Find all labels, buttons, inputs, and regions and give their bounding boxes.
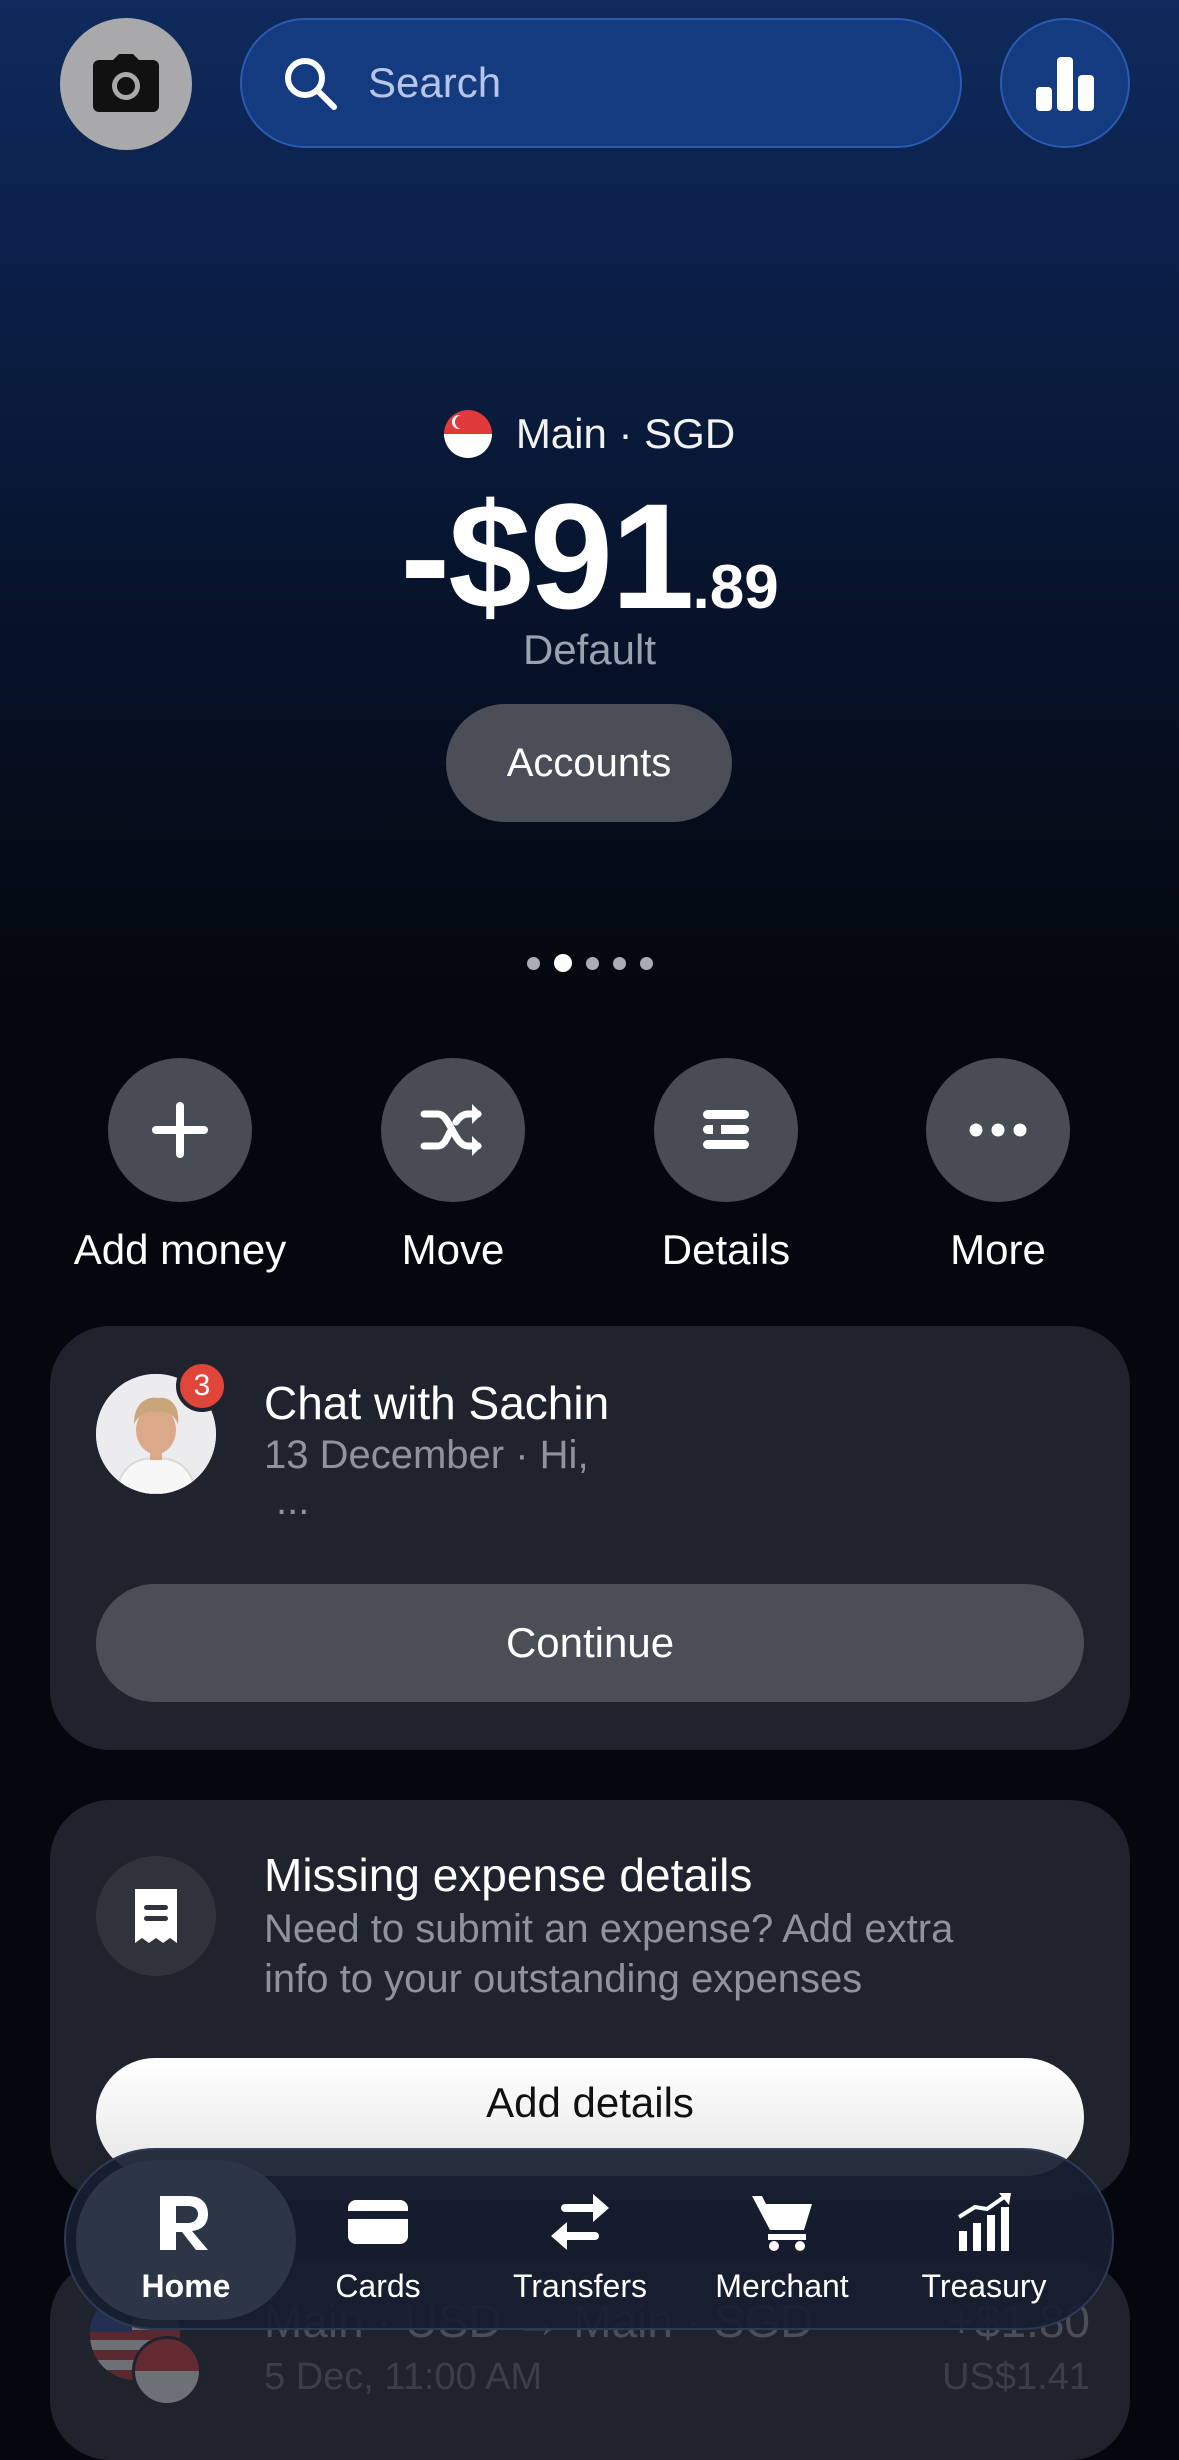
page-dot-active[interactable] bbox=[553, 954, 572, 972]
card-icon bbox=[348, 2200, 408, 2244]
unread-badge: 3 bbox=[176, 1360, 228, 1412]
page-dot[interactable] bbox=[639, 956, 653, 970]
more-label: More bbox=[950, 1226, 1046, 1273]
expense-description-1: Need to submit an expense? Add extra bbox=[264, 1907, 954, 1951]
transaction-amount-secondary: US$1.41 bbox=[942, 2356, 1090, 2398]
camera-button[interactable] bbox=[60, 18, 192, 150]
revolut-r-icon bbox=[160, 2196, 208, 2250]
default-tag: Default bbox=[522, 626, 657, 673]
cart-icon bbox=[752, 2196, 812, 2251]
add-money-button[interactable]: Add money bbox=[50, 1058, 310, 1274]
add-money-circle[interactable] bbox=[108, 1058, 252, 1202]
treasury-chart-icon bbox=[957, 2193, 1011, 2251]
chat-card[interactable]: 3 Chat with Sachin 13 December · Hi, ...… bbox=[50, 1326, 1130, 1750]
nav-transfers[interactable]: Transfers bbox=[480, 2160, 680, 2320]
nav-merchant-label: Merchant bbox=[715, 2268, 849, 2304]
singapore-flag-icon bbox=[443, 410, 492, 458]
balance-cents: .89 bbox=[692, 553, 779, 622]
continue-button[interactable]: Continue bbox=[96, 1584, 1084, 1702]
bar-chart-icon bbox=[1036, 57, 1094, 111]
nav-cards[interactable]: Cards bbox=[278, 2160, 478, 2320]
move-label: Move bbox=[401, 1226, 505, 1273]
search-icon bbox=[285, 58, 337, 110]
page-dot[interactable] bbox=[612, 956, 626, 970]
expense-title: Missing expense details bbox=[264, 1849, 753, 1901]
account-selector[interactable]: Main · SGD bbox=[0, 410, 1179, 458]
nav-treasury[interactable]: Treasury bbox=[884, 2160, 1084, 2320]
balance-main: -$91 bbox=[400, 472, 694, 640]
accounts-button[interactable]: Accounts bbox=[446, 704, 732, 822]
more-icon bbox=[969, 1123, 1027, 1137]
nav-home[interactable]: Home bbox=[76, 2160, 296, 2320]
search-input[interactable] bbox=[366, 58, 930, 108]
page-indicator[interactable] bbox=[0, 954, 1179, 972]
nav-cards-label: Cards bbox=[335, 2268, 421, 2304]
more-circle[interactable] bbox=[926, 1058, 1070, 1202]
camera-icon bbox=[93, 54, 159, 112]
chat-ellipsis: ... bbox=[276, 1479, 310, 1523]
expense-card[interactable]: Missing expense details Need to submit a… bbox=[50, 1800, 1130, 2200]
nav-home-label: Home bbox=[141, 2268, 231, 2304]
receipt-icon bbox=[135, 1889, 177, 1943]
transfers-icon bbox=[551, 2194, 609, 2250]
bottom-nav: Home Cards Transfers Merchant Treasury bbox=[64, 2148, 1114, 2330]
move-circle[interactable] bbox=[381, 1058, 525, 1202]
account-balance: -$91.89 bbox=[0, 470, 1179, 643]
nav-merchant[interactable]: Merchant bbox=[682, 2160, 882, 2320]
search-bar[interactable] bbox=[240, 18, 962, 148]
move-button[interactable]: Move bbox=[323, 1058, 583, 1274]
more-button[interactable]: More bbox=[868, 1058, 1128, 1274]
details-circle[interactable] bbox=[654, 1058, 798, 1202]
add-money-label: Add money bbox=[73, 1226, 287, 1273]
expense-description-2: info to your outstanding expenses bbox=[264, 1957, 863, 2001]
details-button[interactable]: Details bbox=[596, 1058, 856, 1274]
nav-treasury-label: Treasury bbox=[921, 2268, 1047, 2304]
page-dot[interactable] bbox=[585, 956, 599, 970]
nav-transfers-label: Transfers bbox=[513, 2268, 647, 2304]
analytics-button[interactable] bbox=[1000, 18, 1130, 148]
quick-actions: Add money Move Details More bbox=[0, 1058, 1179, 1288]
plus-icon bbox=[152, 1102, 208, 1158]
transaction-date: 5 Dec, 11:00 AM bbox=[264, 2356, 543, 2398]
page-dot[interactable] bbox=[526, 956, 540, 970]
details-label: Details bbox=[661, 1226, 791, 1273]
account-name: Main · SGD bbox=[515, 410, 736, 457]
chat-subtitle: 13 December · Hi, bbox=[264, 1433, 589, 1477]
details-icon bbox=[703, 1110, 749, 1149]
receipt-icon-container bbox=[96, 1856, 216, 1976]
shuffle-icon bbox=[420, 1104, 482, 1156]
chat-title: Chat with Sachin bbox=[264, 1377, 610, 1429]
